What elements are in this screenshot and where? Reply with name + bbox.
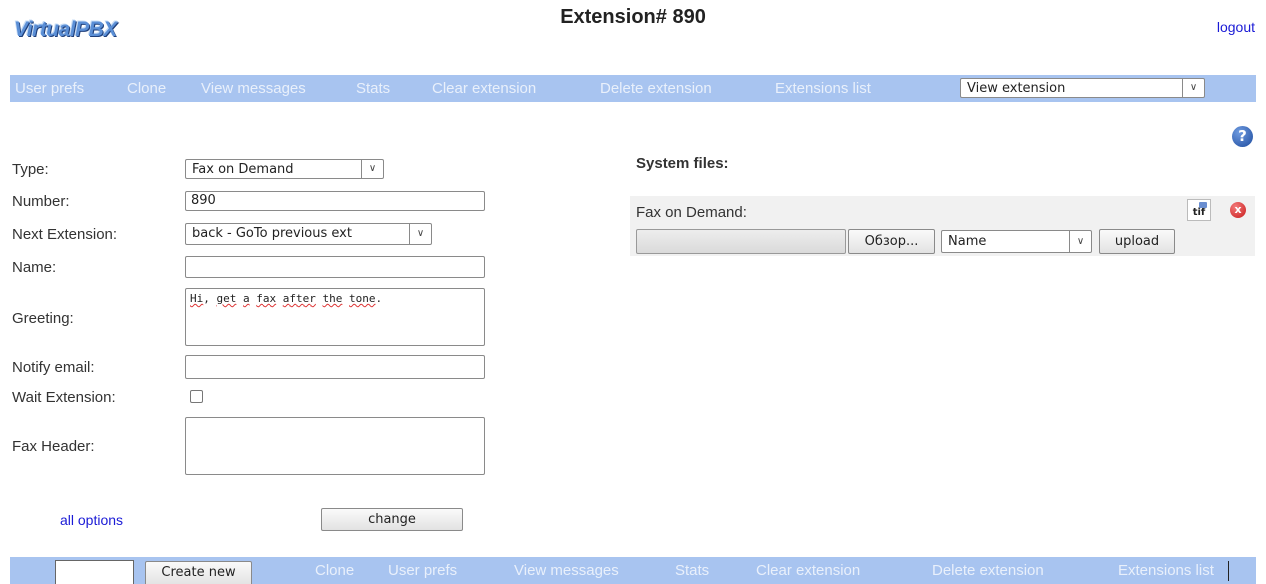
greeting-word: Hi: [190, 292, 204, 305]
greeting-word: after: [282, 292, 316, 305]
notify-email-label: Notify email:: [12, 359, 95, 376]
greeting-word: get: [216, 292, 237, 305]
type-select-value: Fax on Demand: [192, 162, 294, 177]
wait-extension-checkbox[interactable]: [190, 390, 203, 403]
upload-button[interactable]: upload: [1099, 229, 1175, 254]
new-extension-number-input[interactable]: [55, 560, 134, 584]
logout-link[interactable]: logout: [1217, 19, 1255, 35]
text-cursor: [1228, 561, 1229, 581]
change-button[interactable]: change: [321, 508, 463, 531]
notify-email-field[interactable]: [185, 355, 485, 379]
type-label: Type:: [12, 161, 49, 178]
nav-view-messages[interactable]: View messages: [201, 80, 306, 97]
nav-extensions-list-bottom[interactable]: Extensions list: [1118, 562, 1214, 579]
file-name-select-value: Name: [948, 234, 987, 249]
next-extension-label: Next Extension:: [12, 226, 118, 243]
greeting-word: [236, 292, 243, 305]
nav-delete-extension-bottom[interactable]: Delete extension: [932, 562, 1044, 579]
view-mode-value: View extension: [967, 81, 1066, 96]
name-label: Name:: [12, 259, 57, 276]
greeting-word: [342, 292, 349, 305]
file-name-select[interactable]: Name ∨: [941, 230, 1092, 253]
chevron-down-icon: ∨: [361, 160, 383, 178]
fax-header-label: Fax Header:: [12, 438, 95, 455]
wait-extension-label: Wait Extension:: [12, 389, 116, 406]
chevron-down-icon: ∨: [1069, 231, 1091, 252]
number-field[interactable]: 890: [185, 191, 485, 211]
nav-clone[interactable]: Clone: [127, 80, 166, 97]
greeting-word: .: [375, 292, 383, 305]
nav-clear-extension[interactable]: Clear extension: [432, 80, 536, 97]
fax-header-textarea[interactable]: [185, 417, 485, 475]
greeting-label: Greeting:: [12, 310, 74, 327]
greeting-word: ,: [203, 292, 217, 305]
nav-stats[interactable]: Stats: [356, 80, 390, 97]
fax-on-demand-label: Fax on Demand:: [636, 204, 747, 221]
browse-button[interactable]: Обзор...: [848, 229, 935, 254]
nav-view-messages-bottom[interactable]: View messages: [514, 562, 619, 579]
greeting-word: [276, 292, 283, 305]
delete-icon[interactable]: x: [1230, 202, 1246, 218]
greeting-word: a: [243, 292, 250, 305]
greeting-word: fax: [256, 292, 277, 305]
next-extension-value: back - GoTo previous ext: [192, 226, 352, 241]
next-extension-select[interactable]: back - GoTo previous ext ∨: [185, 223, 432, 245]
greeting-textarea[interactable]: Hi, get a fax after the tone.: [185, 288, 485, 346]
greeting-word: the: [322, 292, 343, 305]
nav-stats-bottom[interactable]: Stats: [675, 562, 709, 579]
greeting-word: [316, 292, 323, 305]
page-title: Extension# 890: [560, 6, 706, 28]
nav-clear-extension-bottom[interactable]: Clear extension: [756, 562, 860, 579]
view-mode-select[interactable]: View extension ∨: [960, 78, 1205, 98]
chevron-down-icon: ∨: [1182, 79, 1204, 97]
name-field[interactable]: [185, 256, 485, 278]
all-options-link[interactable]: all options: [60, 512, 123, 528]
file-path-input[interactable]: [636, 229, 846, 254]
greeting-word: tone: [349, 292, 376, 305]
nav-clone-bottom[interactable]: Clone: [315, 562, 354, 579]
tif-file-icon[interactable]: tif: [1187, 199, 1211, 221]
nav-user-prefs[interactable]: User prefs: [15, 80, 84, 97]
number-label: Number:: [12, 193, 70, 210]
help-icon[interactable]: ?: [1232, 126, 1253, 147]
system-files-title: System files:: [636, 155, 729, 172]
nav-user-prefs-bottom[interactable]: User prefs: [388, 562, 457, 579]
create-new-button[interactable]: Create new: [145, 561, 252, 584]
top-navbar: User prefs Clone View messages Stats Cle…: [10, 75, 1256, 102]
chevron-down-icon: ∨: [409, 224, 431, 244]
type-select[interactable]: Fax on Demand ∨: [185, 159, 384, 179]
nav-delete-extension[interactable]: Delete extension: [600, 80, 712, 97]
nav-extensions-list[interactable]: Extensions list: [775, 80, 871, 97]
